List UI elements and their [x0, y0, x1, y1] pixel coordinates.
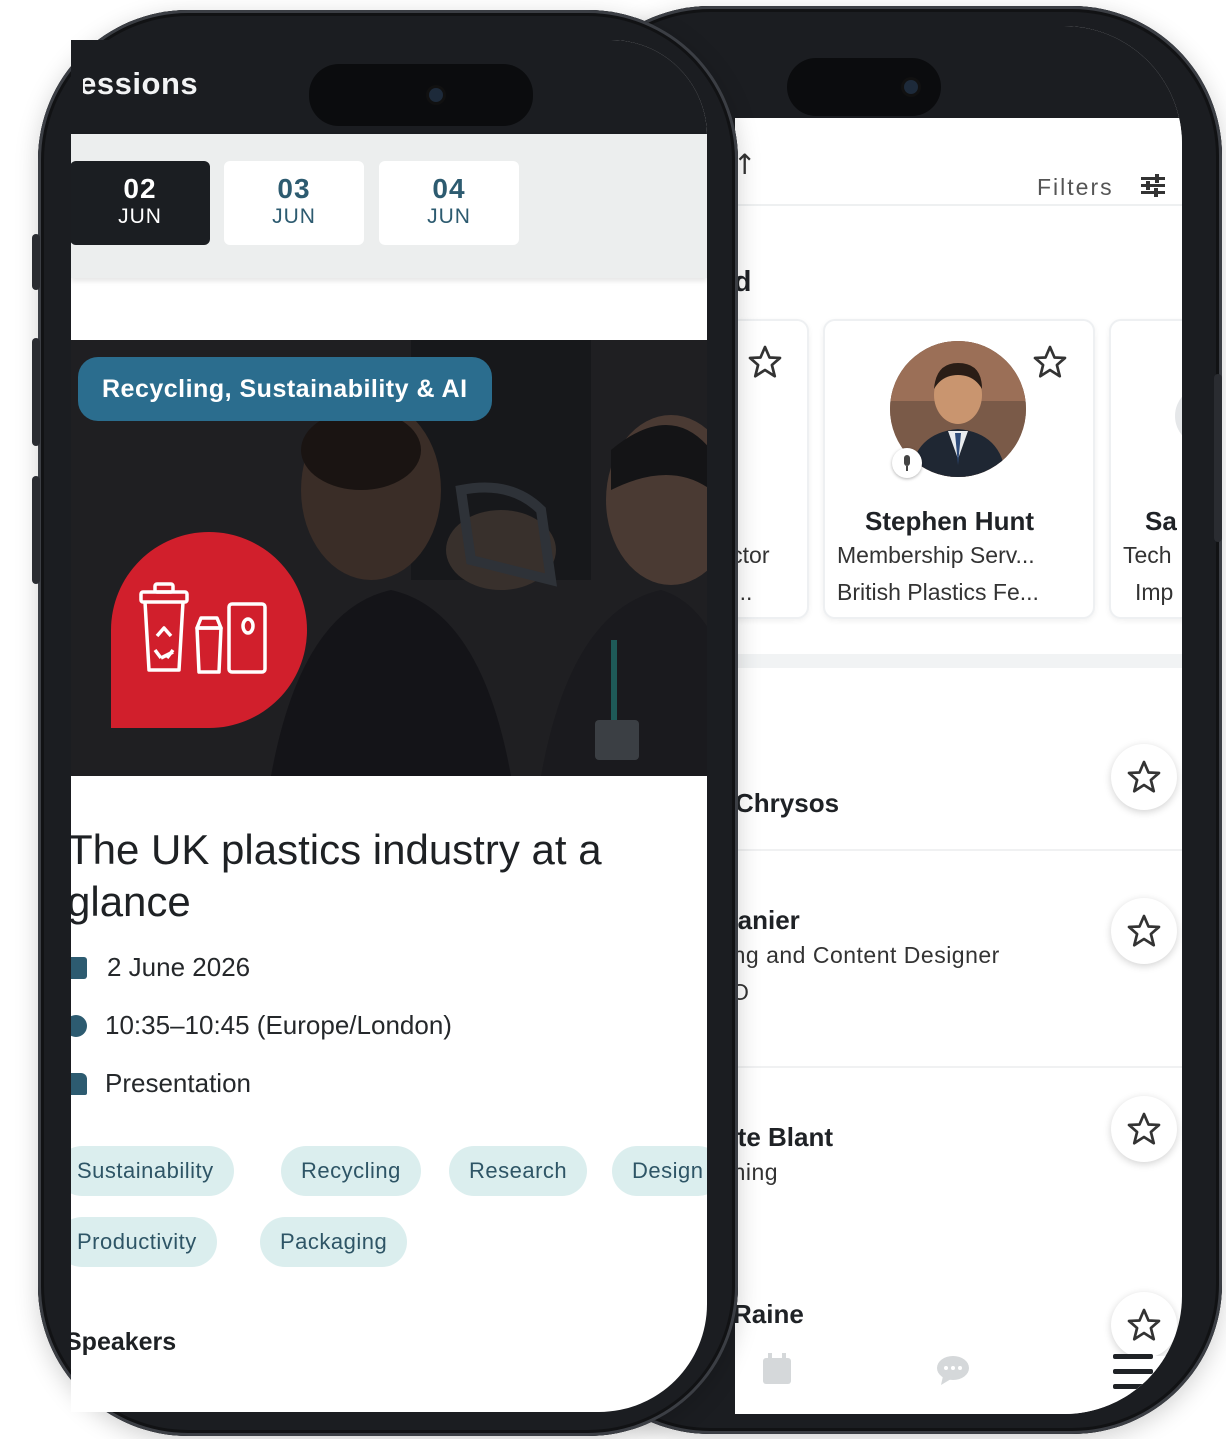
star-icon — [1127, 1112, 1161, 1145]
page-title: Sessions — [71, 66, 199, 101]
star-icon[interactable] — [1032, 344, 1068, 380]
speaker-role: Director — [735, 542, 770, 568]
mockup-stage: ↑ Filters Featured t Director Technol... — [0, 0, 1226, 1439]
session-hero-image: Recycling, Sustainability & AI — [71, 340, 707, 776]
date-tab-03-jun[interactable]: 03 JUN — [224, 161, 364, 245]
tag-chip[interactable]: Design — [612, 1146, 707, 1196]
speaker-list-name[interactable]: Raine — [735, 1299, 804, 1330]
list-divider — [735, 849, 1182, 851]
tag-chip[interactable]: Recycling — [281, 1146, 421, 1196]
list-divider — [735, 1066, 1182, 1068]
date-tab-02-jun[interactable]: 02 JUN — [71, 161, 210, 245]
speaker-list-name[interactable]: Chrysos — [735, 788, 839, 819]
presentation-icon — [71, 1073, 87, 1095]
speaker-list-name[interactable]: tte Blant — [735, 1122, 833, 1153]
tag-chip[interactable]: Research — [449, 1146, 588, 1196]
tag-chip[interactable]: Packaging — [260, 1217, 408, 1267]
date-tab-04-jun[interactable]: 04 JUN — [379, 161, 519, 245]
speaker-role: Membership Serv... — [837, 542, 1035, 568]
favorite-button[interactable] — [1111, 744, 1177, 810]
microphone-badge-icon — [892, 448, 922, 478]
speaker-card[interactable] — [1109, 319, 1182, 619]
filters-icon[interactable] — [1139, 172, 1167, 200]
camera-icon — [904, 80, 918, 94]
calendar-icon — [71, 957, 87, 979]
power-button — [1214, 374, 1222, 542]
speaker-org: British Plastics Fe... — [837, 579, 1039, 605]
favorite-button[interactable] — [1111, 1292, 1177, 1358]
filters-button[interactable]: Filters — [1037, 174, 1114, 201]
volume-up-button — [32, 338, 40, 446]
tag-chip[interactable]: Productivity — [71, 1217, 217, 1267]
session-format: Presentation — [105, 1068, 251, 1098]
speaker-role: Tech — [1123, 542, 1172, 568]
date-selector: 02 JUN 03 JUN 04 JUN — [71, 134, 707, 278]
session-date: 2 June 2026 — [107, 952, 251, 982]
favorite-button[interactable] — [1111, 898, 1177, 964]
clock-icon — [71, 1015, 87, 1037]
tag-chip[interactable]: Sustainability — [71, 1146, 234, 1196]
favorite-button[interactable] — [1111, 1096, 1177, 1162]
toolbar — [735, 118, 1182, 206]
calendar-icon[interactable] — [761, 1352, 793, 1386]
session-detail-screen: Sessions 02 JUN 03 JUN 04 JUN Recycling,… — [71, 40, 707, 1412]
recycling-badge-icon — [111, 532, 307, 728]
session-title: The UK plastics industry at a glance — [71, 826, 602, 925]
star-icon — [1127, 914, 1161, 947]
star-icon — [1127, 1308, 1161, 1341]
speakers-screen: ↑ Filters Featured t Director Technol... — [735, 26, 1182, 1414]
bottom-navigation — [735, 1353, 1182, 1414]
dynamic-island — [787, 58, 941, 116]
menu-icon[interactable] — [1111, 1350, 1155, 1394]
dynamic-island — [309, 64, 533, 126]
star-icon[interactable] — [747, 344, 783, 380]
volume-down-button — [32, 476, 40, 584]
speakers-heading: Speakers — [71, 1328, 177, 1356]
section-divider — [735, 654, 1182, 668]
speaker-name: Sa — [1145, 506, 1177, 536]
speaker-list-name[interactable]: tanier — [735, 905, 800, 936]
star-icon — [1127, 760, 1161, 793]
chat-icon[interactable] — [935, 1354, 971, 1386]
speaker-list-role: ing and Content Designer — [735, 942, 1000, 968]
camera-icon — [429, 88, 443, 102]
speaker-name: Stephen Hunt — [865, 506, 1034, 536]
session-track-tag: Recycling, Sustainability & AI — [78, 357, 492, 421]
search-icon[interactable] — [687, 68, 707, 98]
action-button — [32, 234, 40, 290]
sort-arrow-icon[interactable]: ↑ — [735, 148, 756, 181]
speaker-org: Imp — [1135, 579, 1174, 605]
session-time: 10:35–10:45 (Europe/London) — [105, 1010, 452, 1040]
speaker-list-role: ining — [735, 1159, 779, 1185]
